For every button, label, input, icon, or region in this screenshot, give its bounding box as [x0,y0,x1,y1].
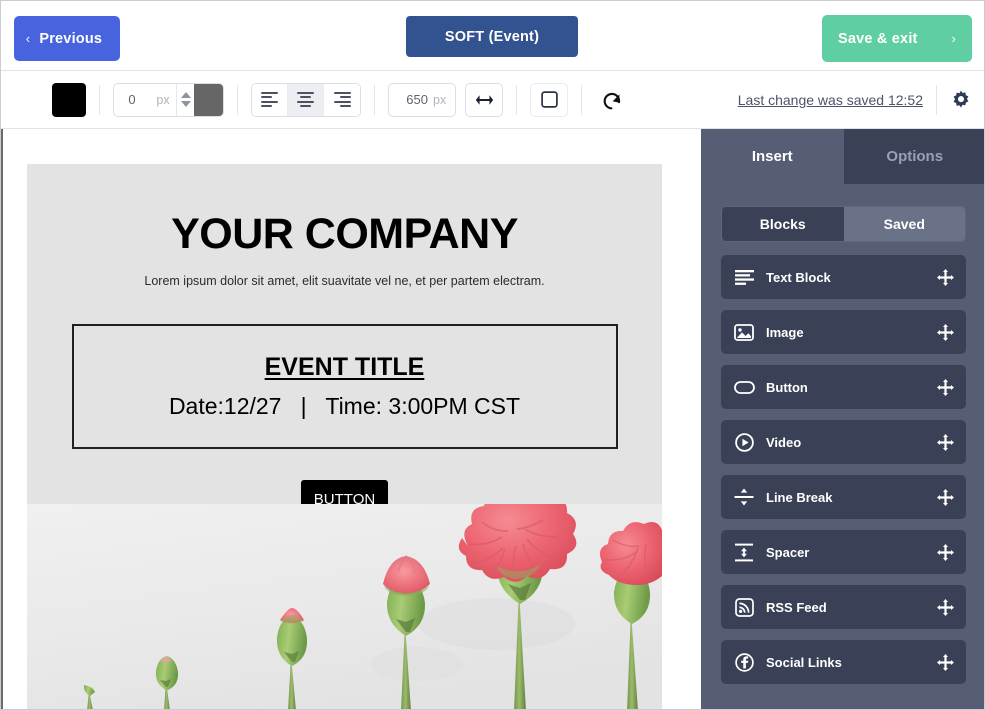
undo-icon [603,92,621,109]
border-radius-control[interactable]: 0 px [113,82,224,117]
border-radius-stepper[interactable] [176,83,194,116]
move-arrows-icon[interactable] [936,598,954,616]
pill-button-icon [733,376,755,398]
blocks-saved-segmented: Blocks Saved [721,206,966,242]
block-item-video[interactable]: Video [721,420,966,464]
panel-tabs: Insert Options [701,129,984,184]
alignment-group [251,82,361,117]
width-control[interactable]: 650 px [388,82,457,117]
arrows-horizontal-icon [475,94,493,105]
previous-button-label: Previous [39,30,103,47]
rounded-square-icon [540,91,558,108]
block-item-button[interactable]: Button [721,365,966,409]
width-unit: px [433,92,447,107]
width-value[interactable]: 650 [398,92,428,107]
align-right-icon [333,91,351,108]
border-radius-value[interactable]: 0 [114,84,150,116]
tab-insert[interactable]: Insert [701,129,844,184]
save-and-exit-button[interactable]: Save & exit › [822,15,972,62]
toolbar-divider [581,84,583,115]
previous-button[interactable]: ‹ Previous [14,16,120,61]
line-break-icon [733,486,755,508]
carnations-illustration [27,504,662,709]
move-arrows-icon[interactable] [936,268,954,286]
segment-saved[interactable]: Saved [843,207,965,241]
reset-button[interactable] [595,83,629,117]
text-lines-icon [733,266,755,288]
align-left-button[interactable] [252,83,288,116]
insert-panel: Insert Options Blocks Saved Text Block I… [701,129,984,709]
top-header-bar: ‹ Previous SOFT (Event) Save & exit › [1,1,984,71]
company-subtitle[interactable]: Lorem ipsum dolor sit amet, elit suavita… [27,274,662,288]
block-label: Image [766,324,804,340]
toolbar-divider [99,84,100,115]
block-label: RSS Feed [766,599,827,615]
last-saved-note[interactable]: Last change was saved 12:52 [738,92,923,108]
gear-icon [953,90,969,108]
block-item-text-block[interactable]: Text Block [721,255,966,299]
toolbar-divider [936,84,937,115]
full-width-button[interactable] [465,82,504,117]
toolbar-divider [237,84,238,115]
save-and-exit-label: Save & exit [838,30,918,47]
event-details-box[interactable]: EVENT TITLE Date:12/27 | Time: 3:00PM CS… [71,324,618,449]
hero-photo[interactable] [27,504,662,709]
block-item-spacer[interactable]: Spacer [721,530,966,574]
block-label: Spacer [766,544,810,560]
segment-blocks[interactable]: Blocks [722,207,844,241]
canvas-left-rail [1,129,3,709]
block-label: Line Break [766,489,833,505]
block-label: Text Block [766,269,831,285]
text-color-swatch[interactable] [52,82,86,117]
move-arrows-icon[interactable] [936,488,954,506]
align-center-icon [297,91,314,108]
move-arrows-icon[interactable] [936,653,954,671]
play-circle-icon [733,431,755,453]
move-arrows-icon[interactable] [936,433,954,451]
block-item-image[interactable]: Image [721,310,966,354]
tab-options[interactable]: Options [843,129,984,184]
email-preview[interactable]: YOUR COMPANY Lorem ipsum dolor sit amet,… [27,164,662,709]
block-list: Text Block Image Button Video Line Break… [701,242,984,684]
block-label: Social Links [766,654,842,670]
rss-icon [733,596,755,618]
segmented-control-wrap: Blocks Saved [701,184,984,242]
stepper-up-icon[interactable] [180,92,191,98]
align-center-button[interactable] [288,83,324,116]
image-icon [733,321,755,343]
move-arrows-icon[interactable] [936,323,954,341]
event-date-time[interactable]: Date:12/27 | Time: 3:00PM CST [169,393,520,420]
border-style-button[interactable] [530,82,569,117]
align-right-button[interactable] [324,83,360,116]
spacer-icon [733,541,755,563]
align-left-icon [261,91,278,108]
block-item-social-links[interactable]: Social Links [721,640,966,684]
campaign-title-button[interactable]: SOFT (Event) [406,16,578,57]
toolbar-divider [374,84,375,115]
move-arrows-icon[interactable] [936,543,954,561]
email-builder-app: ‹ Previous SOFT (Event) Save & exit › 0 … [0,0,985,710]
border-radius-unit: px [156,92,170,107]
editor-toolbar: 0 px 650 px Last change was saved 12:52 [1,71,984,129]
toolbar-divider [516,84,518,115]
settings-button[interactable] [950,89,972,111]
block-label: Button [766,379,808,395]
move-arrows-icon[interactable] [936,378,954,396]
block-label: Video [766,434,802,450]
block-item-line-break[interactable]: Line Break [721,475,966,519]
block-item-rss-feed[interactable]: RSS Feed [721,585,966,629]
event-title[interactable]: EVENT TITLE [265,353,425,382]
stepper-down-icon[interactable] [180,101,191,107]
chevron-right-icon: › [951,31,956,46]
company-title[interactable]: YOUR COMPANY [27,210,662,259]
facebook-circle-icon [733,651,755,673]
email-canvas-area[interactable]: YOUR COMPANY Lorem ipsum dolor sit amet,… [1,129,701,709]
chevron-left-icon: ‹ [25,31,31,46]
border-color-swatch[interactable] [194,83,223,116]
